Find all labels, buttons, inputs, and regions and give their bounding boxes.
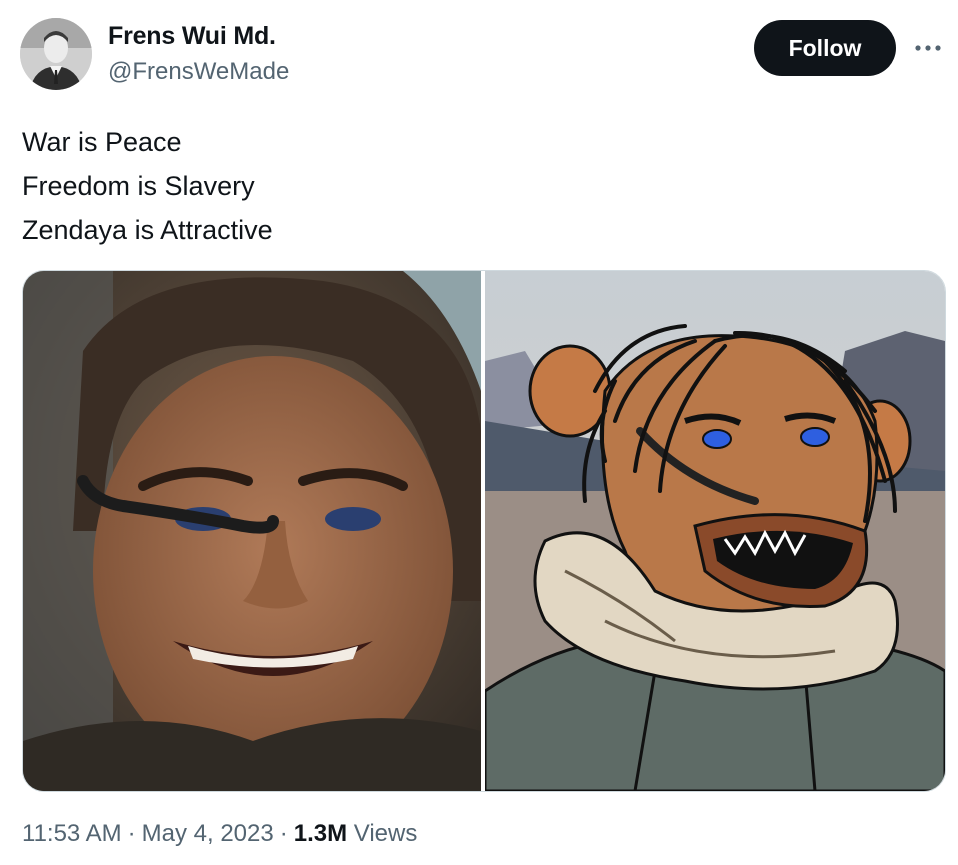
- more-horizontal-icon[interactable]: [912, 36, 944, 60]
- views-label: Views: [353, 820, 418, 847]
- tweet-media: [22, 270, 946, 792]
- tweet-time[interactable]: 11:53 AM: [22, 820, 122, 847]
- tweet-card: Frens Wui Md. @FrensWeMade Follow War is…: [0, 0, 958, 865]
- tweet-text: War is Peace Freedom is Slavery Zendaya …: [22, 120, 273, 252]
- follow-button[interactable]: Follow: [754, 20, 896, 76]
- meta-separator: ·: [127, 820, 136, 847]
- tweet-line: War is Peace: [22, 127, 182, 157]
- media-photo-left[interactable]: [23, 271, 481, 791]
- author-avatar[interactable]: [20, 18, 92, 90]
- media-photo-right[interactable]: [485, 271, 945, 791]
- tweet-line: Freedom is Slavery: [22, 171, 255, 201]
- tweet-meta: 11:53 AM · May 4, 2023 · 1.3M Views: [22, 820, 417, 848]
- tweet-line: Zendaya is Attractive: [22, 215, 273, 245]
- photo-drawing-image: [485, 271, 945, 791]
- views-count: 1.3M: [293, 820, 348, 847]
- photo-portrait-image: [23, 271, 481, 791]
- tweet-date[interactable]: May 4, 2023: [142, 820, 274, 847]
- meta-separator: ·: [279, 820, 288, 847]
- avatar-image: [20, 18, 92, 90]
- author-handle[interactable]: @FrensWeMade: [108, 58, 289, 86]
- author-name[interactable]: Frens Wui Md.: [108, 22, 276, 51]
